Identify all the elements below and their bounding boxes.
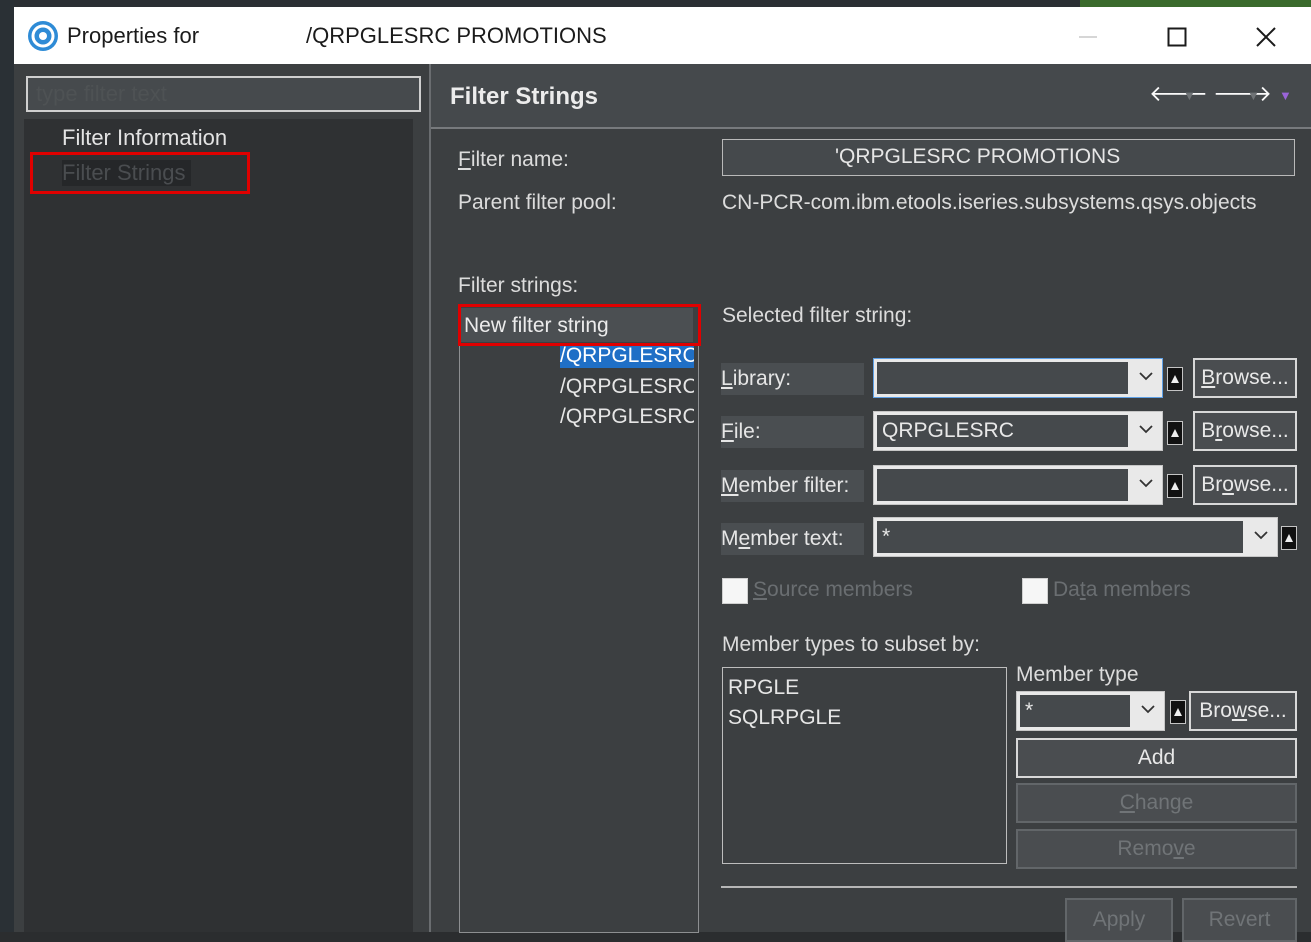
parent-pool-label: Parent filter pool: <box>458 191 617 214</box>
library-content-assist-icon[interactable] <box>1167 367 1183 391</box>
file-browse-button[interactable]: Br owse... <box>1193 411 1297 451</box>
member-types-heading: Member types to subset by: <box>722 633 980 656</box>
data-members-checkbox[interactable] <box>1022 578 1048 604</box>
highlight-box <box>30 152 250 194</box>
window-title-path: /QRPGLESRC PROMOTIONS <box>306 23 607 48</box>
background-strip <box>0 0 14 932</box>
page-tree: Filter Information Filter Strings <box>24 119 413 932</box>
filter-strings-label: Filter strings: <box>458 274 579 297</box>
back-dropdown-icon[interactable]: ▼ <box>1183 88 1196 103</box>
chevron-down-icon <box>1139 425 1153 434</box>
member-text-content-assist-icon[interactable] <box>1281 526 1297 550</box>
member-type-combo[interactable]: * <box>1016 691 1165 731</box>
member-filter-label: Member filter: <box>721 470 864 502</box>
minimize-button[interactable] <box>1066 19 1110 55</box>
filter-input[interactable]: type filter text <box>26 76 421 112</box>
list-item[interactable]: /QRPGLESRC( <box>560 405 694 429</box>
member-type-label: Member type <box>1016 663 1139 686</box>
remove-button[interactable]: Remo v e <box>1016 829 1297 869</box>
filter-name-input[interactable]: 'QRPGLESRC PROMOTIONS <box>722 139 1295 176</box>
list-item[interactable]: /QRPGLESRC( <box>560 344 694 368</box>
library-label: Library: <box>721 363 864 395</box>
member-type-combo-value: * <box>1020 695 1130 727</box>
list-item[interactable]: RPGLE <box>728 676 799 700</box>
separator <box>721 886 1297 888</box>
tree-item-filter-information[interactable]: Filter Information <box>62 125 227 151</box>
sidebar: type filter text Filter Information Filt… <box>14 64 430 932</box>
change-button[interactable]: Change <box>1016 783 1297 823</box>
chevron-down-icon <box>1139 372 1153 381</box>
member-filter-browse-button[interactable]: Br o wse... <box>1193 465 1297 505</box>
member-filter-content-assist-icon[interactable] <box>1167 474 1183 498</box>
menu-dropdown-icon[interactable]: ▼ <box>1279 88 1292 103</box>
source-members-checkbox[interactable] <box>722 578 748 604</box>
data-members-label: Data members <box>1053 578 1191 601</box>
title-bar: Properties for /QRPGLESRC PROMOTIONS <box>14 7 1311 64</box>
maximize-button[interactable] <box>1155 19 1199 55</box>
minimize-icon <box>1079 36 1097 38</box>
page-header: Filter Strings 🡐 ▼ 🡒 ▼ ▼ <box>431 64 1311 129</box>
member-text-combo-value: * <box>877 521 1243 553</box>
library-combo[interactable] <box>873 358 1163 398</box>
selected-filter-heading: Selected filter string: <box>722 304 913 327</box>
member-text-combo[interactable]: * <box>873 517 1278 557</box>
member-filter-combo-value <box>877 469 1128 501</box>
chevron-down-icon <box>1141 705 1155 714</box>
member-type-content-assist-icon[interactable] <box>1170 700 1186 724</box>
back-arrow-icon[interactable]: 🡐 <box>1149 81 1208 107</box>
file-label: File: <box>721 416 864 448</box>
source-members-label: Source members <box>753 578 913 601</box>
background-top-accent <box>1080 0 1311 7</box>
filter-strings-list[interactable]: /QRPGLESRC( /QRPGLESRC( /QRPGLESRC( <box>459 342 699 933</box>
apply-button[interactable]: Apply <box>1065 898 1173 942</box>
library-browse-button[interactable]: Browse... <box>1193 358 1297 398</box>
member-text-label: Member text: <box>721 523 864 555</box>
parent-pool-value: CN-PCR-com.ibm.etools.iseries.subsystems… <box>722 191 1257 214</box>
forward-dropdown-icon[interactable]: ▼ <box>1247 88 1260 103</box>
file-combo-value: QRPGLESRC <box>877 415 1128 447</box>
close-icon <box>1256 27 1276 47</box>
filter-name-label: Filter name: <box>458 148 569 171</box>
add-button[interactable]: Add <box>1016 738 1297 778</box>
file-content-assist-icon[interactable] <box>1167 421 1183 445</box>
library-combo-value <box>877 362 1128 394</box>
member-types-list[interactable]: RPGLE SQLRPGLE <box>722 667 1007 864</box>
highlight-box <box>458 304 701 346</box>
member-filter-combo[interactable] <box>873 465 1163 505</box>
main-panel: Filter Strings 🡐 ▼ 🡒 ▼ ▼ Filter name: 'Q… <box>431 64 1311 942</box>
page-title: Filter Strings <box>450 83 599 110</box>
maximize-icon <box>1167 27 1187 47</box>
chevron-down-icon <box>1254 531 1268 540</box>
file-combo[interactable]: QRPGLESRC <box>873 411 1163 451</box>
window-title: Properties for <box>67 23 200 48</box>
member-type-browse-button[interactable]: Bro w se... <box>1189 691 1297 731</box>
forward-arrow-icon[interactable]: 🡒 <box>1213 81 1272 107</box>
app-logo-icon <box>28 21 58 51</box>
list-item[interactable]: /QRPGLESRC( <box>560 375 694 399</box>
chevron-down-icon <box>1139 479 1153 488</box>
list-item[interactable]: SQLRPGLE <box>728 706 841 730</box>
close-button[interactable] <box>1244 19 1288 55</box>
revert-button[interactable]: Revert <box>1182 898 1297 942</box>
